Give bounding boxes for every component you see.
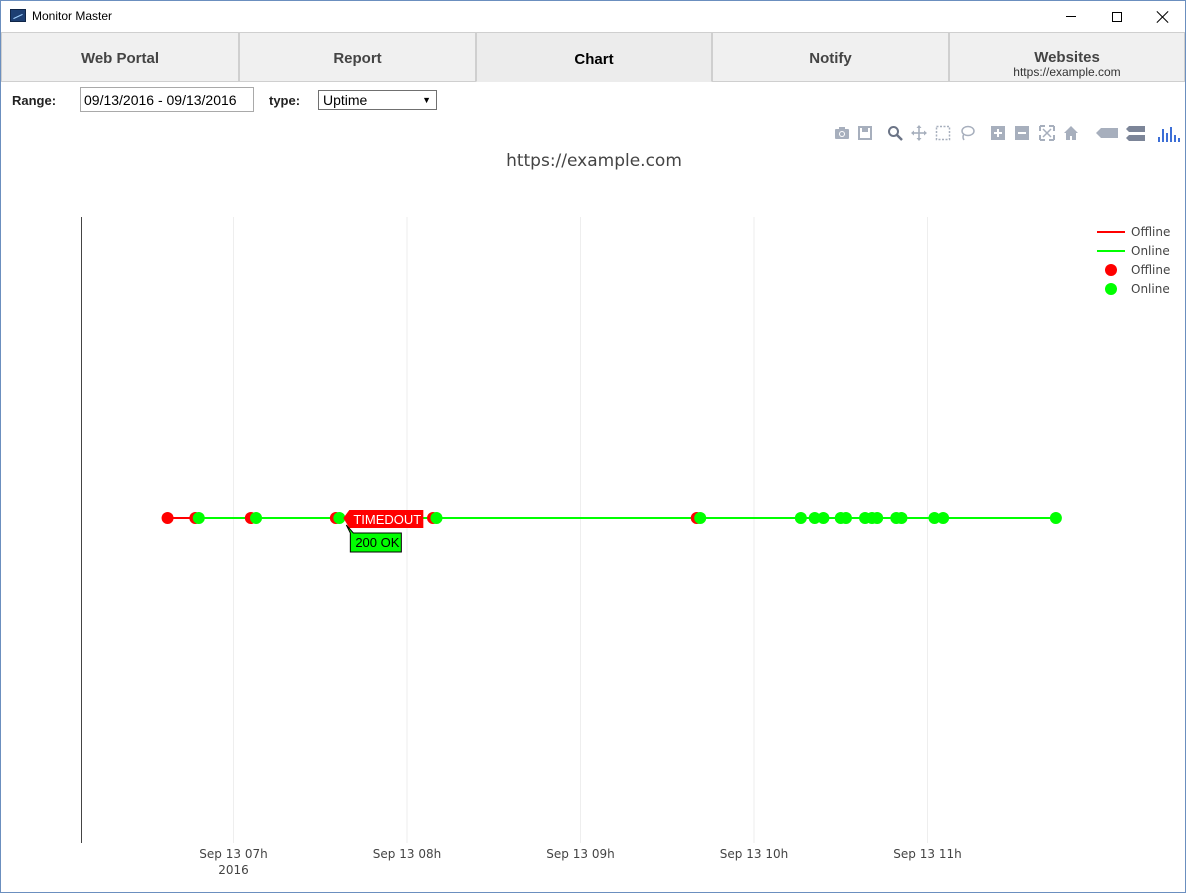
online-point[interactable] — [794, 512, 807, 524]
legend-line-swatch — [1097, 250, 1125, 252]
x-tick-label: Sep 13 08h — [373, 847, 441, 861]
offline-point[interactable] — [161, 512, 174, 524]
online-point[interactable] — [1049, 512, 1062, 524]
online-point[interactable] — [694, 512, 707, 524]
legend-item-offline-marker[interactable]: Offline — [1095, 261, 1183, 280]
online-point[interactable] — [895, 512, 908, 524]
legend-marker-swatch — [1105, 264, 1117, 276]
online-point[interactable] — [250, 512, 263, 524]
hover-tooltip-offline-text: TIMEDOUT — [353, 512, 421, 527]
online-point[interactable] — [937, 512, 950, 524]
legend-item-online-line[interactable]: Online — [1095, 242, 1183, 261]
x-tick-label: Sep 13 07h — [199, 847, 267, 861]
legend-item-offline-line[interactable]: Offline — [1095, 223, 1183, 242]
x-tick-label: Sep 13 09h — [546, 847, 614, 861]
uptime-chart[interactable]: Sep 13 07h Sep 13 08h Sep 13 09h Sep 13 10h… — [1, 1, 1185, 892]
online-point[interactable] — [817, 512, 830, 524]
legend-item-online-marker[interactable]: Online — [1095, 280, 1183, 299]
x-year-label: 2016 — [218, 863, 249, 877]
legend-line-swatch — [1097, 231, 1125, 233]
online-point[interactable] — [839, 512, 852, 524]
hover-tooltip-online-text: 200 OK — [355, 535, 399, 550]
online-point[interactable] — [430, 512, 443, 524]
legend-marker-swatch — [1105, 283, 1117, 295]
app-window: Monitor Master Web Portal Report Chart N… — [0, 0, 1186, 893]
online-point[interactable] — [192, 512, 205, 524]
x-tick-label: Sep 13 10h — [720, 847, 788, 861]
chart-legend: Offline Online Offline Online — [1095, 223, 1183, 299]
x-tick-label: Sep 13 11h — [893, 847, 961, 861]
online-point[interactable] — [871, 512, 884, 524]
